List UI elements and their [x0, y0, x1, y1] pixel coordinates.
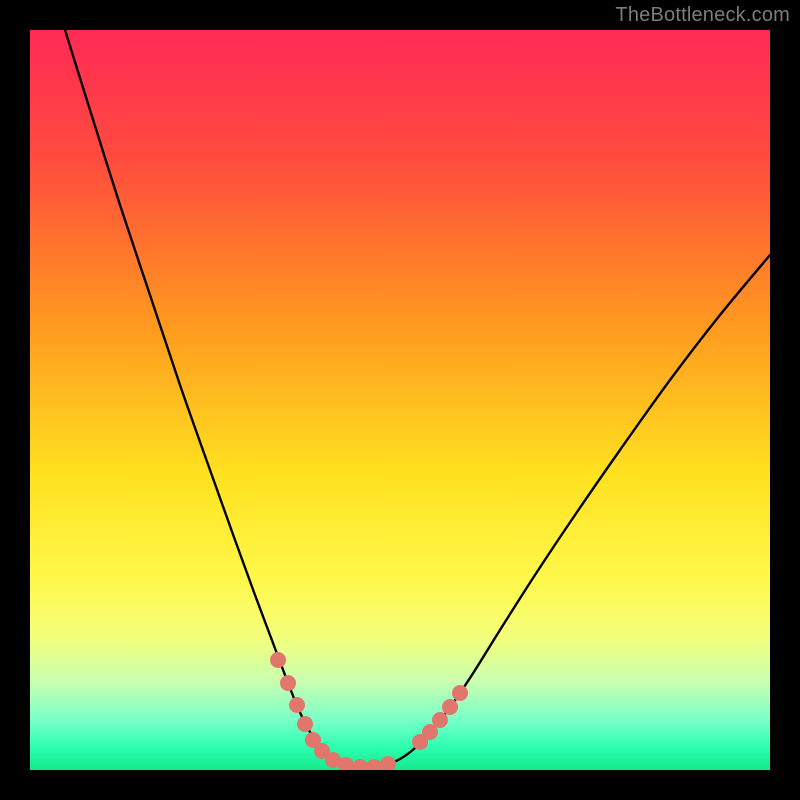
watermark-text: TheBottleneck.com — [615, 4, 790, 27]
curve-marker — [270, 652, 286, 668]
curve-layer — [30, 30, 770, 770]
curve-marker — [297, 716, 313, 732]
curve-marker — [280, 675, 296, 691]
plot-area — [30, 30, 770, 770]
curve-markers — [270, 652, 468, 770]
bottleneck-curve — [65, 30, 770, 767]
curve-marker — [432, 712, 448, 728]
chart-frame: TheBottleneck.com — [0, 0, 800, 800]
curve-marker — [289, 697, 305, 713]
curve-marker — [442, 699, 458, 715]
curve-marker — [380, 756, 396, 770]
curve-marker — [452, 685, 468, 701]
curve-marker — [352, 759, 368, 770]
curve-marker — [366, 759, 382, 770]
